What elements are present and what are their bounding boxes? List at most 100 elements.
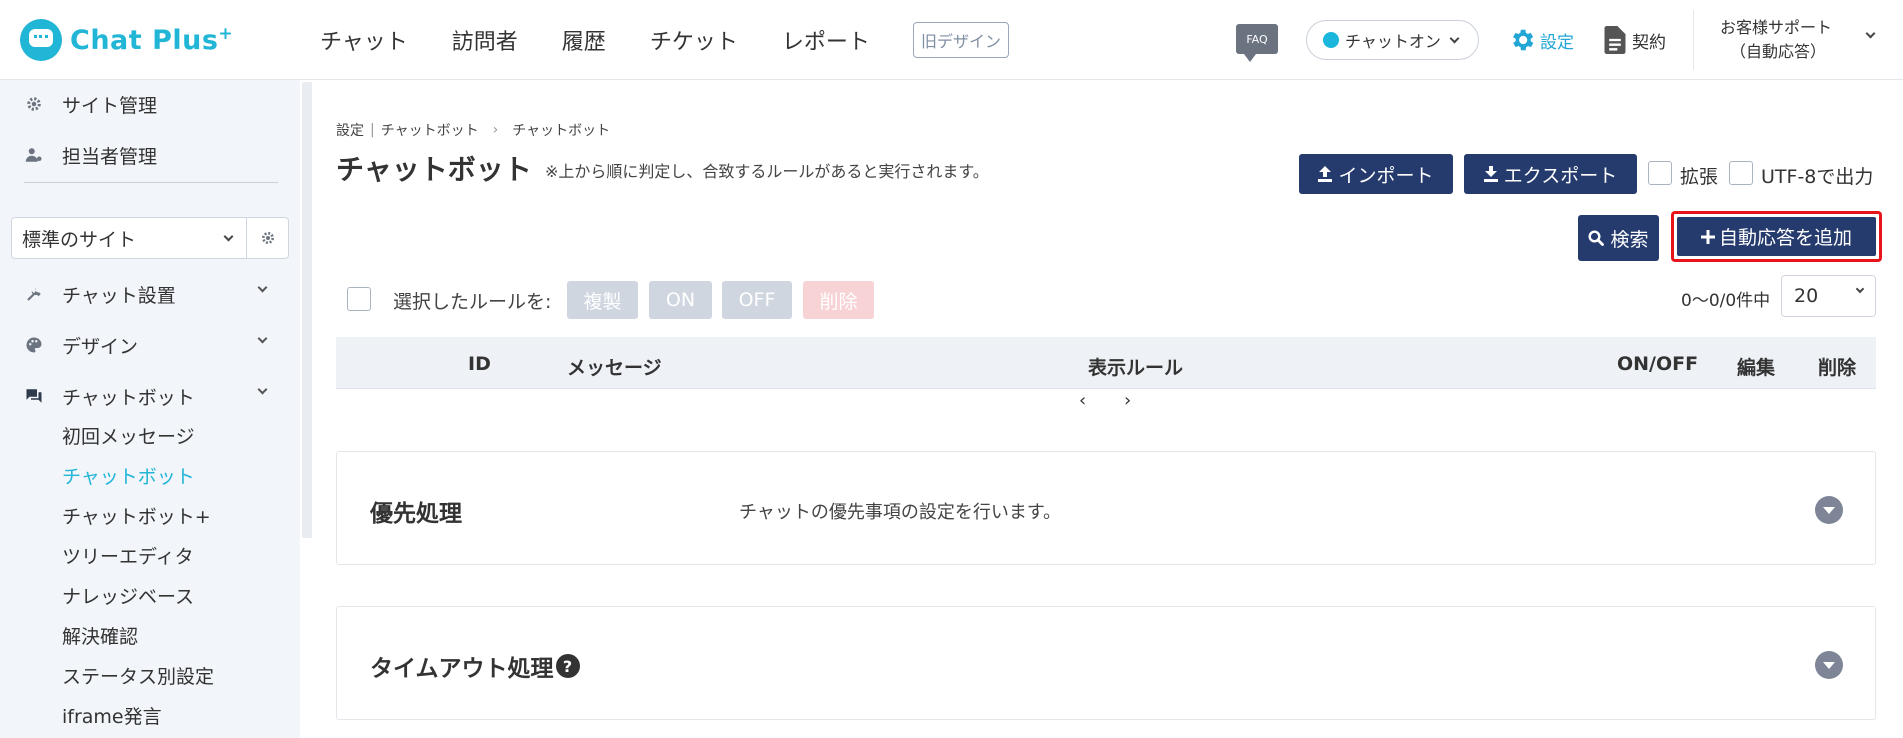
chevron-down-icon bbox=[257, 384, 268, 395]
nav-chat[interactable]: チャット bbox=[320, 24, 408, 56]
search-label: 検索 bbox=[1610, 228, 1649, 251]
expand-toggle-icon[interactable] bbox=[1815, 496, 1843, 524]
column-on-off: ON/OFF bbox=[1617, 353, 1699, 375]
help-icon[interactable]: ? bbox=[555, 654, 580, 678]
breadcrumb-chatbot[interactable]: チャットボット bbox=[381, 120, 479, 140]
sidebar-item-design[interactable]: デザイン bbox=[0, 325, 300, 365]
chevron-down-icon bbox=[1449, 33, 1460, 43]
sidebar-subitem-resolution-check[interactable]: 解決確認 bbox=[62, 620, 138, 650]
settings-label: 設定 bbox=[1540, 32, 1574, 53]
breadcrumb-settings[interactable]: 設定 bbox=[336, 120, 364, 140]
sidebar-subitem-status-settings[interactable]: ステータス別設定 bbox=[62, 660, 214, 690]
sidebar-subitem-iframe-message[interactable]: iframe発言 bbox=[62, 700, 162, 730]
sidebar-item-label: デザイン bbox=[62, 335, 139, 358]
faq-icon[interactable]: FAQ bbox=[1236, 24, 1278, 62]
add-auto-response-highlight: 自動応答を追加 bbox=[1671, 211, 1882, 262]
sidebar-item-label: チャットボット bbox=[62, 386, 195, 409]
utf8-checkbox[interactable] bbox=[1729, 161, 1753, 185]
main-nav: チャット 訪問者 履歴 チケット レポート bbox=[320, 20, 914, 60]
contract-label: 契約 bbox=[1632, 32, 1666, 53]
search-button[interactable]: 検索 bbox=[1578, 215, 1659, 261]
search-icon bbox=[1588, 230, 1605, 246]
result-count: 0〜0/0件中 bbox=[1681, 291, 1771, 311]
user-name: お客様サポート bbox=[1720, 18, 1833, 37]
sidebar-item-chatbot[interactable]: チャットボット bbox=[0, 376, 300, 416]
sidebar-item-site-management[interactable]: サイト管理 bbox=[0, 84, 300, 124]
user-menu[interactable]: お客様サポート （自動応答） bbox=[1720, 16, 1880, 64]
status-dot-icon bbox=[1323, 32, 1339, 48]
nav-reports[interactable]: レポート bbox=[782, 24, 870, 56]
sidebar-item-chat-setup[interactable]: チャット設置 bbox=[0, 274, 300, 314]
chevron-down-icon bbox=[257, 333, 268, 344]
bulk-off-button[interactable]: OFF bbox=[722, 281, 792, 319]
column-id[interactable]: ID bbox=[468, 353, 491, 375]
site-select[interactable]: 標準のサイト bbox=[11, 217, 289, 259]
per-page-select[interactable]: 20 bbox=[1781, 275, 1876, 317]
bulk-delete-button[interactable]: 削除 bbox=[803, 281, 874, 319]
next-page-button[interactable]: › bbox=[1124, 390, 1131, 411]
add-auto-response-label: 自動応答を追加 bbox=[1718, 227, 1852, 249]
sidebar-divider bbox=[24, 182, 278, 183]
download-icon bbox=[1483, 166, 1498, 182]
site-settings-button[interactable] bbox=[246, 218, 288, 258]
sidebar-subitem-chatbot-plus[interactable]: チャットボット+ bbox=[62, 500, 211, 530]
timeout-panel-title-text: タイムアウト処理 bbox=[370, 656, 554, 682]
expand-toggle-icon[interactable] bbox=[1815, 651, 1843, 679]
site-select-value: 標準のサイト bbox=[22, 228, 137, 251]
nav-visitors[interactable]: 訪問者 bbox=[452, 24, 518, 56]
per-page-value: 20 bbox=[1794, 285, 1819, 307]
chevron-down-icon bbox=[1855, 284, 1865, 294]
priority-panel[interactable]: 優先処理 チャットの優先事項の設定を行います。 bbox=[336, 451, 1876, 565]
breadcrumb-current: チャットボット bbox=[512, 123, 611, 139]
cog-icon bbox=[261, 232, 274, 244]
timeout-panel-title: タイムアウト処理 ? bbox=[370, 649, 580, 683]
column-edit: 編集 bbox=[1737, 357, 1776, 379]
chat-bubble-logo-icon bbox=[20, 19, 62, 61]
sidebar-item-staff-management[interactable]: 担当者管理 bbox=[0, 135, 300, 175]
timeout-panel[interactable]: タイムアウト処理 ? bbox=[336, 606, 1876, 720]
chevron-down-icon bbox=[257, 282, 268, 293]
sidebar-subitem-initial-message[interactable]: 初回メッセージ bbox=[62, 420, 195, 450]
bulk-on-button[interactable]: ON bbox=[649, 281, 712, 319]
column-delete: 削除 bbox=[1818, 357, 1857, 379]
sidebar-subitem-knowledge-base[interactable]: ナレッジベース bbox=[62, 580, 194, 610]
page-title: チャットボット bbox=[336, 153, 532, 186]
upload-icon bbox=[1318, 166, 1333, 182]
import-label: インポート bbox=[1338, 164, 1434, 187]
old-design-button[interactable]: 旧デザイン bbox=[913, 22, 1009, 58]
sidebar-scrollbar[interactable] bbox=[302, 82, 312, 538]
document-icon bbox=[1604, 26, 1626, 54]
import-button[interactable]: インポート bbox=[1299, 154, 1453, 194]
chat-bubbles-icon bbox=[24, 386, 44, 406]
chat-status-dropdown[interactable]: チャットオン bbox=[1306, 20, 1479, 60]
priority-panel-title: 優先処理 bbox=[370, 501, 462, 527]
gear-icon bbox=[1513, 29, 1534, 51]
settings-link[interactable]: 設定 bbox=[1508, 26, 1574, 54]
breadcrumb-separator: › bbox=[492, 122, 499, 138]
export-button[interactable]: エクスポート bbox=[1464, 154, 1637, 194]
add-auto-response-button[interactable]: 自動応答を追加 bbox=[1677, 217, 1876, 256]
sidebar-subitem-tree-editor[interactable]: ツリーエディタ bbox=[62, 540, 194, 570]
sidebar-item-label: サイト管理 bbox=[62, 94, 158, 117]
chevron-down-icon bbox=[223, 231, 234, 241]
nav-history[interactable]: 履歴 bbox=[562, 24, 606, 56]
rules-table-header: ID メッセージ 表示ルール ON/OFF 編集 削除 bbox=[336, 337, 1876, 389]
bulk-duplicate-button[interactable]: 複製 bbox=[567, 281, 638, 319]
column-message: メッセージ bbox=[567, 357, 662, 379]
select-all-checkbox[interactable] bbox=[347, 287, 371, 311]
chat-plus-logo[interactable]: Chat Plus+ bbox=[20, 18, 233, 62]
top-bar: Chat Plus+ チャット 訪問者 履歴 チケット レポート 旧デザイン F… bbox=[0, 0, 1903, 80]
user-cog-icon bbox=[24, 145, 44, 165]
contract-link[interactable]: 契約 bbox=[1604, 26, 1666, 54]
prev-page-button[interactable]: ‹ bbox=[1079, 390, 1086, 411]
utf8-label: UTF-8で出力 bbox=[1761, 166, 1874, 188]
extend-label: 拡張 bbox=[1680, 166, 1719, 188]
page-note: ※上から順に判定し、合致するルールがあると実行されます。 bbox=[545, 162, 989, 181]
extend-checkbox[interactable] bbox=[1648, 161, 1672, 185]
sidebar-item-label: チャット設置 bbox=[62, 284, 176, 307]
nav-tickets[interactable]: チケット bbox=[650, 24, 738, 56]
sidebar-subitem-chatbot[interactable]: チャットボット bbox=[62, 460, 195, 490]
tools-icon bbox=[24, 284, 44, 304]
priority-panel-description: チャットの優先事項の設定を行います。 bbox=[739, 502, 1062, 523]
column-display-rule: 表示ルール bbox=[1088, 357, 1184, 379]
